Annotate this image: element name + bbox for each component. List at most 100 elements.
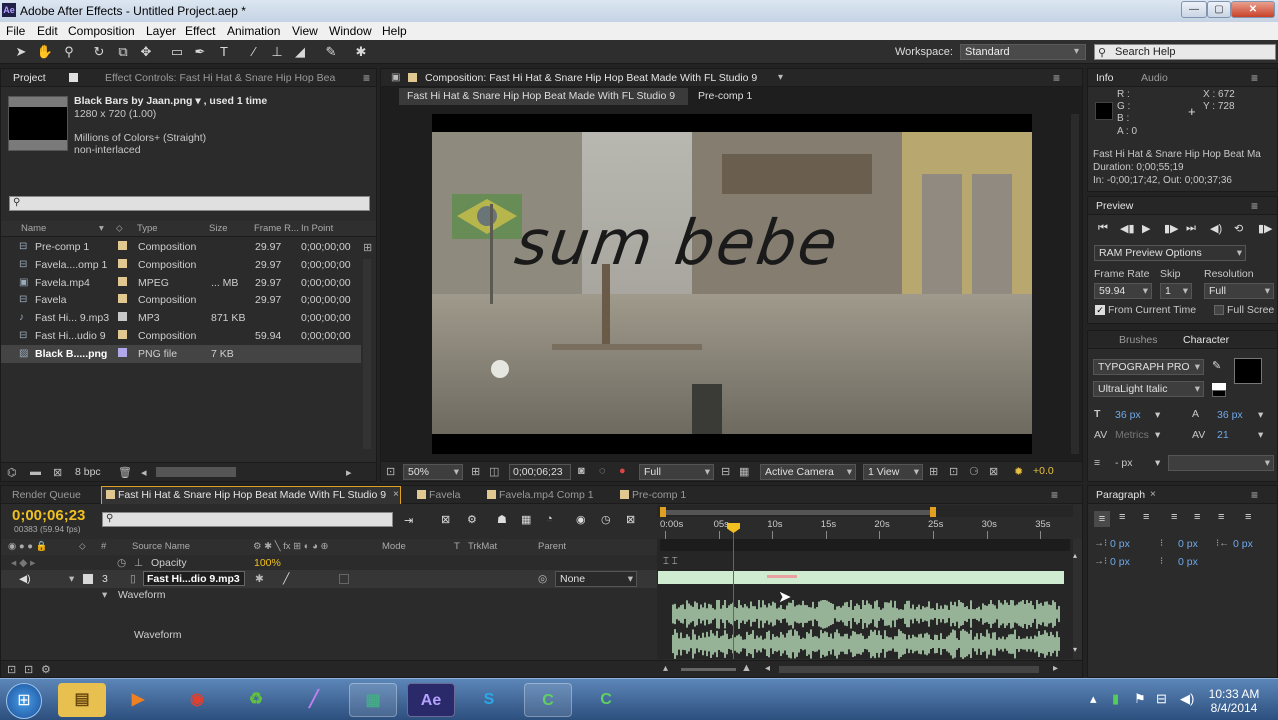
- item-label-swatch[interactable]: [118, 258, 127, 268]
- menu-window[interactable]: Window: [329, 24, 372, 38]
- zoom-out-icon[interactable]: ▴: [663, 663, 668, 674]
- tracking-value[interactable]: 21: [1217, 429, 1229, 441]
- fill-color-swatch[interactable]: [1234, 358, 1262, 384]
- indent-left-value[interactable]: 0 px: [1110, 538, 1130, 550]
- tray-app-icon[interactable]: ▮: [1112, 691, 1119, 707]
- tab-project[interactable]: Project: [13, 72, 46, 84]
- menu-effect[interactable]: Effect: [185, 24, 215, 38]
- frame-blending-icon[interactable]: ▦: [521, 513, 531, 526]
- app-taskbar-icon[interactable]: ♻: [232, 683, 280, 717]
- safe-margins-icon[interactable]: ⊞: [471, 465, 480, 478]
- tab-character[interactable]: Character: [1183, 334, 1229, 346]
- justify-all-icon[interactable]: ≡: [1245, 511, 1251, 523]
- black-swatch[interactable]: [1212, 390, 1226, 397]
- zoom-tool-icon[interactable]: ⚲: [60, 43, 78, 61]
- pen-app-taskbar-icon[interactable]: ╱: [290, 683, 338, 717]
- toggle-in-out-icon[interactable]: ⚙: [41, 663, 51, 676]
- current-time-field[interactable]: 0;00;06;23: [509, 464, 571, 480]
- resolution-select[interactable]: Full: [1204, 283, 1274, 299]
- ram-preview-icon[interactable]: ▮▶: [1258, 222, 1273, 235]
- graph-editor-icon[interactable]: ⊠: [626, 513, 635, 526]
- panel-menu-icon[interactable]: ≡: [1053, 71, 1060, 85]
- monitor-app-taskbar-icon[interactable]: ▦: [349, 683, 397, 717]
- rectangle-tool-icon[interactable]: ▭: [168, 43, 186, 61]
- waveform-group-row[interactable]: ▾ Waveform: [1, 586, 657, 604]
- trash-icon[interactable]: 🗑: [118, 466, 132, 479]
- close-tab-icon[interactable]: ×: [393, 489, 399, 500]
- search-help-input[interactable]: Search Help: [1094, 44, 1276, 60]
- loop-icon[interactable]: ⟲: [1234, 222, 1243, 235]
- scroll-left-icon[interactable]: ◂: [141, 466, 147, 479]
- panel-menu-icon[interactable]: ≡: [1251, 71, 1258, 85]
- col-source-name[interactable]: Source Name: [132, 541, 190, 552]
- tab-render-queue[interactable]: Render Queue: [12, 489, 81, 501]
- twirl-down-icon[interactable]: ▾: [102, 589, 107, 601]
- ram-preview-options-select[interactable]: RAM Preview Options: [1094, 245, 1246, 261]
- opacity-keyframes-icon[interactable]: ⌶ ⌶: [663, 556, 678, 567]
- align-center-icon[interactable]: ≡: [1119, 511, 1125, 523]
- tray-flag-icon[interactable]: ⚑: [1134, 691, 1146, 707]
- new-folder-icon[interactable]: ▬: [30, 466, 41, 478]
- after-effects-taskbar-icon[interactable]: Ae: [407, 683, 455, 717]
- hand-tool-icon[interactable]: ✋: [36, 43, 54, 61]
- maximize-button[interactable]: ▢: [1207, 1, 1231, 18]
- timeline-timecode[interactable]: 0;00;06;23: [12, 507, 85, 524]
- project-item-row[interactable]: ▣ Favela.mp4 MPEG ... MB 29.97 0;00;00;00: [1, 274, 361, 292]
- close-tab-icon[interactable]: ×: [1150, 489, 1156, 500]
- item-label-swatch[interactable]: [118, 241, 127, 250]
- channel-icon[interactable]: ●: [619, 465, 626, 477]
- kerning-value[interactable]: Metrics: [1115, 429, 1149, 441]
- brainstorm-icon[interactable]: ◉: [576, 513, 586, 526]
- new-comp-icon[interactable]: ⊠: [53, 466, 62, 479]
- type-tool-icon[interactable]: T: [215, 43, 233, 61]
- project-item-row[interactable]: ⊟ Favela Composition 29.97 0;00;00;00: [1, 291, 361, 309]
- menu-edit[interactable]: Edit: [37, 24, 58, 38]
- overlay-text[interactable]: sum bebe: [511, 206, 844, 279]
- col-name[interactable]: Name: [21, 223, 46, 234]
- flowchart-icon[interactable]: ⊞: [363, 241, 372, 254]
- quality-switch-icon[interactable]: ╱: [283, 573, 289, 585]
- region-of-interest-icon[interactable]: ⊟: [721, 465, 730, 478]
- taskbar-clock[interactable]: 10:33 AM 8/4/2014: [1206, 687, 1262, 715]
- col-type[interactable]: Type: [137, 223, 158, 234]
- bit-depth-button[interactable]: 8 bpc: [75, 466, 101, 478]
- previous-frame-icon[interactable]: ◀▮: [1120, 222, 1135, 235]
- last-frame-icon[interactable]: ⏭: [1186, 222, 1196, 235]
- breadcrumb-precomp[interactable]: Pre-comp 1: [698, 90, 752, 102]
- tray-volume-icon[interactable]: ◀): [1180, 691, 1194, 707]
- space-before-value[interactable]: 0 px: [1178, 538, 1198, 550]
- show-snapshot-icon[interactable]: ◌: [599, 465, 606, 477]
- scroll-up-icon[interactable]: ▴: [1073, 551, 1077, 560]
- tab-paragraph[interactable]: Paragraph: [1096, 489, 1145, 501]
- adjustment-checkbox[interactable]: [339, 574, 349, 584]
- hide-shy-icon[interactable]: ☗: [497, 513, 507, 526]
- twirl-down-icon[interactable]: ▾: [69, 573, 74, 585]
- project-search-input[interactable]: ⚲: [9, 196, 370, 211]
- col-in-point[interactable]: In Point: [301, 223, 333, 234]
- item-label-swatch[interactable]: [118, 294, 127, 304]
- tab-info[interactable]: Info: [1096, 72, 1114, 84]
- parent-select[interactable]: None: [555, 571, 637, 587]
- explorer-taskbar-icon[interactable]: ▤: [58, 683, 106, 717]
- menu-animation[interactable]: Animation: [227, 24, 280, 38]
- play-icon[interactable]: ▶: [1142, 222, 1150, 235]
- audio-switch-icon[interactable]: ◀): [19, 573, 31, 585]
- indent-right-value[interactable]: 0 px: [1233, 538, 1253, 550]
- lock-icon[interactable]: ▣: [391, 72, 400, 83]
- panel-menu-icon[interactable]: ≡: [1251, 488, 1258, 502]
- layer-color-swatch[interactable]: [83, 574, 93, 584]
- tab-main-comp[interactable]: Fast Hi Hat & Snare Hip Hop Beat Made Wi…: [118, 489, 386, 501]
- tab-composition[interactable]: Composition: Fast Hi Hat & Snare Hip Hop…: [425, 72, 757, 84]
- close-button[interactable]: ✕: [1231, 1, 1275, 18]
- exposure-icon[interactable]: ✹: [1014, 465, 1023, 478]
- puppet-tool-icon[interactable]: ✱: [352, 43, 370, 61]
- align-right-icon[interactable]: ≡: [1143, 511, 1149, 523]
- live-update-icon[interactable]: ⊠: [441, 513, 450, 526]
- horizontal-scrollbar[interactable]: [156, 467, 236, 477]
- space-after-value[interactable]: 0 px: [1178, 556, 1198, 568]
- frame-rate-select[interactable]: 59.94: [1094, 283, 1152, 299]
- collapse-switch-icon[interactable]: ✱: [255, 573, 264, 585]
- menu-composition[interactable]: Composition: [68, 24, 135, 38]
- col-size[interactable]: Size: [209, 223, 227, 234]
- col-mode[interactable]: Mode: [382, 541, 406, 552]
